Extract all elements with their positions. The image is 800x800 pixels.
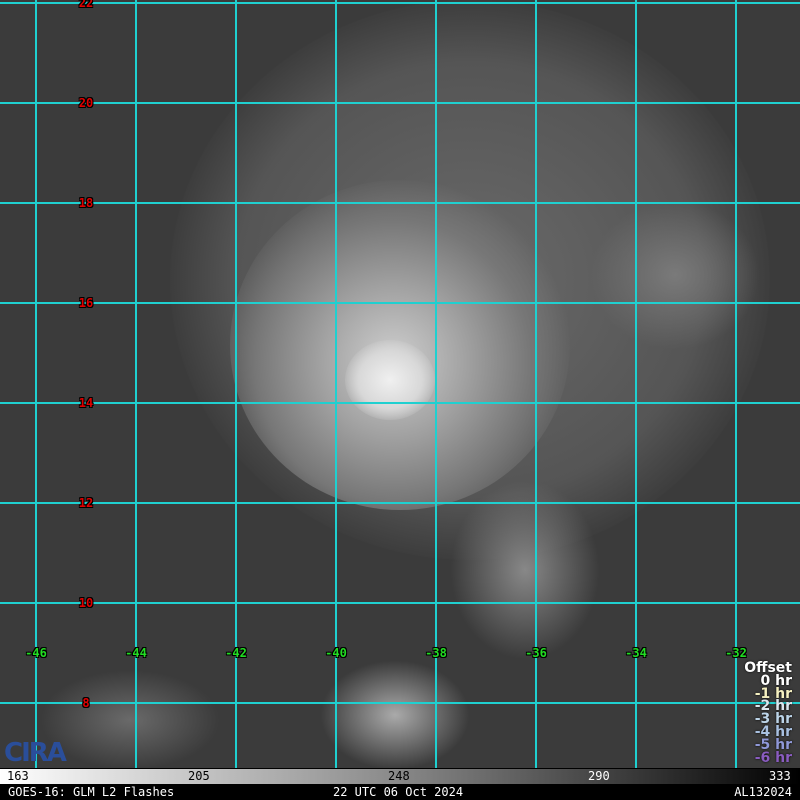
storm-id: AL132024	[734, 785, 792, 799]
colorbar-tick: 205	[188, 769, 210, 783]
temperature-colorbar: 163 205 248 290 333	[0, 768, 800, 784]
longitude-label: -36	[525, 646, 547, 660]
latitude-label: 18	[78, 196, 94, 210]
latitude-label: 10	[78, 596, 94, 610]
latitude-line	[0, 402, 800, 404]
longitude-label: -38	[425, 646, 447, 660]
latitude-label: 20	[78, 96, 94, 110]
colorbar-tick: 333	[769, 769, 791, 783]
latitude-label: 14	[78, 396, 94, 410]
longitude-label: -42	[225, 646, 247, 660]
legend-item: -6 hr	[754, 749, 792, 766]
offset-legend: Offset 0 hr -1 hr -2 hr -3 hr -4 hr -5 h…	[744, 661, 792, 766]
timestamp: 22 UTC 06 Oct 2024	[333, 785, 464, 799]
latitude-line	[0, 302, 800, 304]
latitude-line	[0, 702, 800, 704]
satellite-image	[0, 0, 800, 768]
colorbar-tick: 248	[388, 769, 410, 783]
cira-logo: CIRA	[4, 738, 67, 768]
colorbar-tick: 163	[7, 769, 29, 783]
latitude-line	[0, 102, 800, 104]
latitude-label: 16	[78, 296, 94, 310]
latitude-label: 12	[78, 496, 94, 510]
longitude-label: -40	[325, 646, 347, 660]
longitude-label: -44	[125, 646, 147, 660]
longitude-label: -32	[725, 646, 747, 660]
latitude-line	[0, 2, 800, 4]
longitude-label: -34	[625, 646, 647, 660]
colorbar-tick: 290	[588, 769, 610, 783]
latitude-label: 8	[82, 696, 90, 710]
longitude-label: -46	[25, 646, 47, 660]
latitude-line	[0, 602, 800, 604]
footer-bar: GOES-16: GLM L2 Flashes 22 UTC 06 Oct 20…	[0, 784, 800, 800]
product-label: GOES-16: GLM L2 Flashes	[8, 785, 175, 799]
latitude-line	[0, 202, 800, 204]
latitude-label: 22	[78, 0, 94, 10]
latitude-line	[0, 502, 800, 504]
